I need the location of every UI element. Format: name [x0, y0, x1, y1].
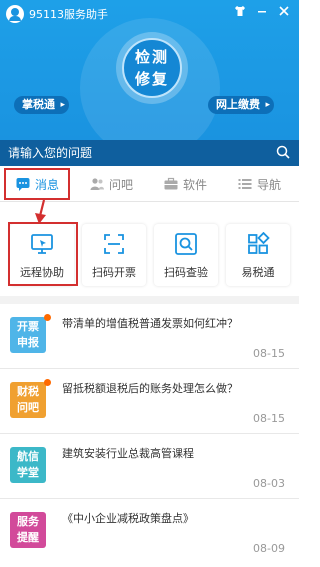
- unread-dot: [44, 314, 51, 321]
- badge-line: 提醒: [17, 531, 39, 544]
- app-title: 95113服务助手: [29, 8, 108, 21]
- detect-label: 检测: [134, 48, 169, 66]
- badge-line: 申报: [17, 336, 39, 349]
- message-badge: 航信 学堂: [10, 447, 46, 483]
- message-item[interactable]: 航信 学堂 建筑安装行业总裁高管课程 08-03: [0, 435, 299, 499]
- message-badge: 开票 申报: [10, 317, 46, 353]
- message-title: 带清单的增值税普通发票如何红冲？: [62, 317, 238, 330]
- list-icon: [238, 179, 252, 189]
- tool-label: 易税通: [241, 266, 275, 279]
- message-item[interactable]: 开票 申报 带清单的增值税普通发票如何红冲？ 08-15: [0, 305, 299, 369]
- search-scan-icon: [175, 233, 197, 255]
- arrow-down-icon: [35, 200, 46, 224]
- repair-label: 修复: [134, 70, 169, 88]
- badge-line: 开票: [17, 320, 39, 333]
- message-title: 建筑安装行业总裁高管课程: [62, 447, 194, 460]
- shirt-icon[interactable]: [232, 4, 248, 20]
- tool-label: 扫码开票: [92, 266, 136, 279]
- scan-invoice-button[interactable]: 扫码开票: [82, 224, 146, 286]
- message-badge: 服务 提醒: [10, 512, 46, 548]
- search-icon[interactable]: [276, 145, 290, 159]
- search-input[interactable]: [8, 144, 268, 162]
- title-bar: 95113服务助手: [0, 0, 299, 26]
- tab-software[interactable]: 软件: [148, 166, 222, 202]
- scan-verify-button[interactable]: 扫码查验: [154, 224, 218, 286]
- badge-line: 服务: [17, 515, 39, 528]
- message-date: 08-15: [253, 412, 285, 425]
- highlight-box-messages: [4, 168, 70, 200]
- tab-navigation[interactable]: 导航: [222, 166, 296, 202]
- badge-line: 财税: [17, 385, 39, 398]
- section-divider: [0, 296, 299, 304]
- easy-tax-button[interactable]: 易税通: [226, 224, 290, 286]
- message-title: 留抵税额退税后的账务处理怎么做？: [62, 382, 238, 395]
- message-item[interactable]: 服务 提醒 《中小企业减税政策盘点》 08-09: [0, 500, 299, 567]
- highlight-box-remote-assist: [8, 222, 78, 286]
- scan-icon: [104, 234, 124, 254]
- message-date: 08-09: [253, 542, 285, 555]
- grid-icon: [248, 232, 270, 254]
- tab-label: 问吧: [108, 177, 133, 192]
- close-icon[interactable]: [276, 4, 292, 20]
- tab-label: 软件: [182, 177, 207, 192]
- badge-line: 学堂: [17, 466, 39, 479]
- message-title: 《中小企业减税政策盘点》: [62, 512, 194, 525]
- people-icon: [90, 178, 104, 190]
- badge-line: 航信: [17, 450, 39, 463]
- online-payment-button[interactable]: 网上缴费: [208, 96, 274, 114]
- header: 95113服务助手 检测 修复 掌税通 网上缴费: [0, 0, 299, 140]
- tool-label: 扫码查验: [164, 266, 208, 279]
- message-badge: 财税 问吧: [10, 382, 46, 418]
- tax-app-button[interactable]: 掌税通: [14, 96, 69, 114]
- message-item[interactable]: 财税 问吧 留抵税额退税后的账务处理怎么做？ 08-15: [0, 370, 299, 434]
- tab-ask[interactable]: 问吧: [74, 166, 148, 202]
- message-date: 08-03: [253, 477, 285, 490]
- briefcase-icon: [164, 177, 178, 190]
- detect-repair-label[interactable]: 检测 修复: [122, 46, 182, 90]
- message-date: 08-15: [253, 347, 285, 360]
- minimize-icon[interactable]: [254, 4, 270, 20]
- badge-line: 问吧: [17, 401, 39, 414]
- tab-label: 导航: [256, 177, 281, 192]
- app-logo-icon: [6, 5, 24, 23]
- unread-dot: [44, 379, 51, 386]
- search-bar: [0, 140, 299, 166]
